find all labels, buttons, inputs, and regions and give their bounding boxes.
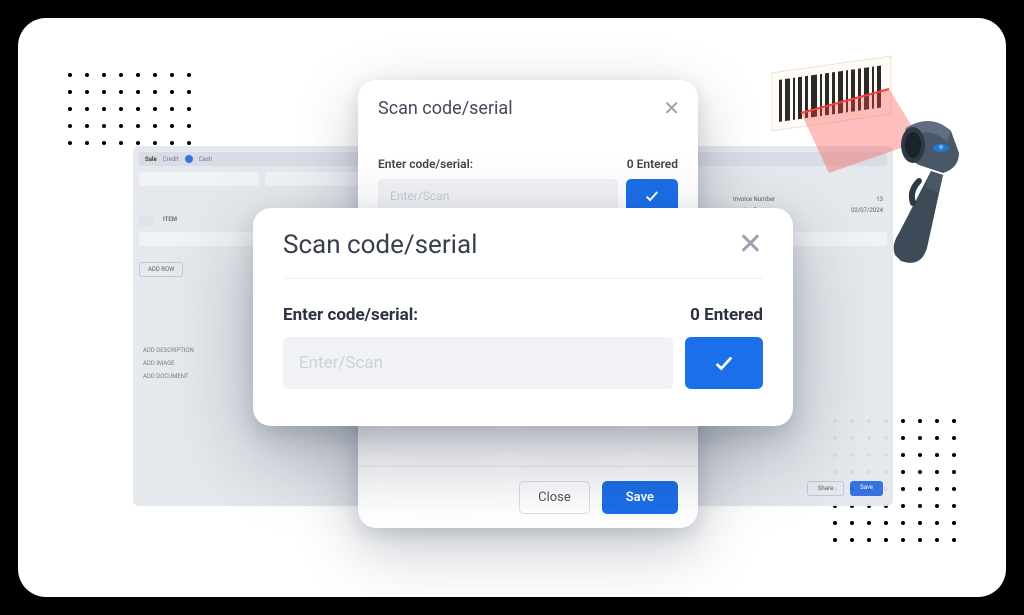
add-document-label: ADD DOCUMENT (143, 373, 194, 380)
barcode-scanner-illustration (771, 53, 981, 283)
add-description-label: ADD DESCRIPTION (143, 347, 194, 354)
toggle-dot-icon (185, 155, 193, 163)
enter-code-label: Enter code/serial: (283, 305, 418, 325)
scan-input[interactable] (283, 337, 673, 389)
pos-share-button: Share (807, 481, 844, 496)
submit-scan-button[interactable] (685, 337, 763, 389)
pos-credit-label: Credit (163, 156, 179, 163)
app-canvas: Sale Credit Cash ITEM ADD ROW ADD DESCRI… (18, 18, 1006, 597)
close-icon[interactable]: ✕ (663, 96, 680, 120)
add-image-label: ADD IMAGE (143, 360, 194, 367)
pos-cash-label: Cash (199, 156, 213, 163)
enter-code-label: Enter code/serial: (378, 157, 473, 171)
scan-modal-large: Scan code/serial ✕ Enter code/serial: 0 … (253, 208, 793, 426)
pos-save-button: Save (850, 481, 883, 496)
check-icon (644, 188, 660, 204)
save-button[interactable]: Save (602, 481, 678, 514)
invoice-number-label: Invoice Number (733, 196, 775, 203)
close-icon[interactable]: ✕ (738, 230, 763, 260)
modal-title: Scan code/serial (378, 98, 678, 119)
pos-sale-label: Sale (145, 156, 157, 163)
decorative-dots-tl (68, 73, 191, 145)
entered-count: 0 Entered (690, 305, 763, 325)
add-row-button: ADD ROW (139, 262, 183, 277)
check-icon (713, 352, 735, 374)
modal-title: Scan code/serial (283, 230, 477, 260)
close-button[interactable]: Close (519, 481, 590, 514)
entered-count: 0 Entered (627, 157, 678, 171)
